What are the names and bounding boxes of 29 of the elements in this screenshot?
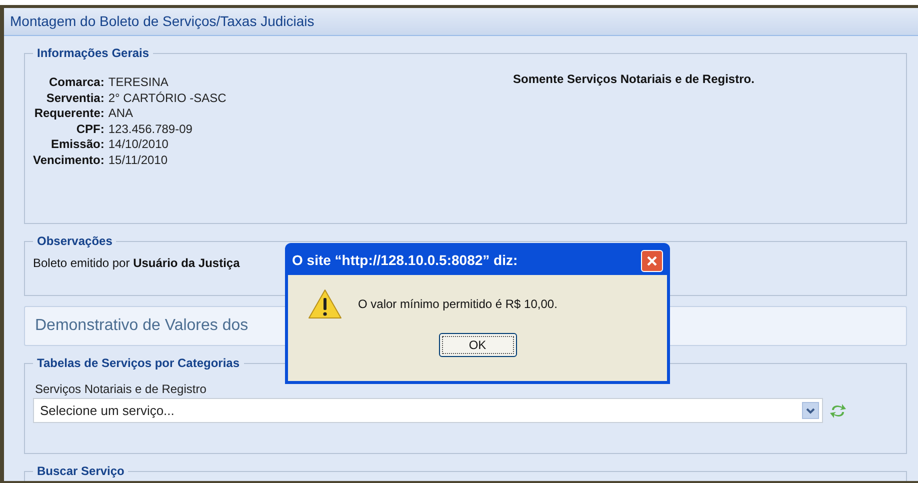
- service-select[interactable]: Selecione um serviço...: [33, 398, 823, 423]
- field-value: 14/10/2010: [108, 137, 170, 152]
- dialog-title: O site “http://128.10.0.5:8082” diz:: [292, 251, 518, 270]
- field-label: Vencimento:: [33, 152, 104, 168]
- field-label: Serventia:: [45, 90, 104, 106]
- field-label: Requerente:: [33, 106, 104, 122]
- section-legend: Informações Gerais: [33, 46, 154, 60]
- panel-title: Demonstrativo de Valores dos: [35, 316, 248, 336]
- chevron-down-icon[interactable]: [802, 402, 819, 419]
- notice-text: Somente Serviços Notariais e de Registro.: [513, 71, 754, 88]
- section-legend: Buscar Serviço: [33, 464, 128, 478]
- section-legend: Observações: [33, 234, 116, 248]
- warning-icon: [308, 289, 342, 319]
- field-value: ANA: [108, 106, 134, 122]
- field-value: TERESINA: [108, 75, 170, 90]
- field-label: Comarca:: [48, 75, 104, 90]
- section-legend: Tabelas de Serviços por Categorias: [33, 356, 244, 370]
- observation-text: Boleto emitido por Usuário da Justiça: [33, 255, 240, 272]
- select-label: Serviços Notariais e de Registro: [35, 381, 208, 398]
- field-label: Emissão:: [50, 137, 104, 152]
- ok-button[interactable]: OK: [438, 333, 516, 357]
- dialog-message: O valor mínimo permitido é R$ 10,00.: [358, 296, 558, 313]
- field-value: 2° CARTÓRIO -SASC: [108, 90, 226, 106]
- field-label: CPF:: [75, 122, 104, 137]
- close-button[interactable]: [641, 250, 663, 272]
- field-value: 123.456.789-09: [108, 122, 194, 137]
- page-title: Montagem do Boleto de Serviços/Taxas Judiciais: [10, 12, 314, 31]
- close-icon[interactable]: [646, 254, 658, 266]
- field-value: 15/11/2010: [108, 152, 169, 168]
